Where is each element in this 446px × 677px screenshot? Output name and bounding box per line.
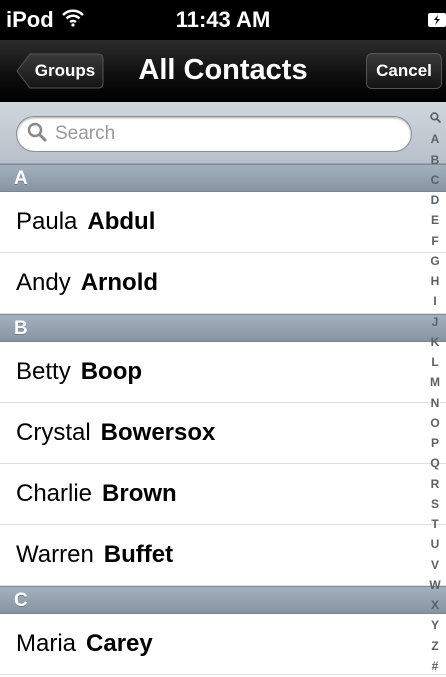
status-bar: iPod 11:43 AM <box>0 0 446 40</box>
contact-first-name: Betty <box>16 358 71 385</box>
index-letter-d[interactable]: D <box>431 194 440 206</box>
index-letter-z[interactable]: Z <box>431 640 438 652</box>
index-letter-q[interactable]: Q <box>430 457 439 469</box>
index-letter-g[interactable]: G <box>430 255 439 267</box>
section-header-b: B <box>0 314 446 342</box>
search-input[interactable] <box>55 123 375 145</box>
contact-row[interactable]: Maria Carey <box>0 614 446 675</box>
index-letter-hash[interactable]: # <box>432 660 439 672</box>
section-header-c: C <box>0 586 446 614</box>
index-letter-p[interactable]: P <box>431 437 439 449</box>
index-letter-b[interactable]: B <box>431 154 440 166</box>
section-index-bar[interactable]: A B C D E F G H I J K L M N O P Q R S T … <box>424 112 446 672</box>
contact-last-name: Buffet <box>103 541 174 568</box>
index-letter-m[interactable]: M <box>430 376 440 388</box>
index-letter-i[interactable]: I <box>433 295 436 307</box>
index-letter-t[interactable]: T <box>431 518 438 530</box>
contact-first-name: Crystal <box>16 419 91 446</box>
index-letter-s[interactable]: S <box>431 498 439 510</box>
index-letter-x[interactable]: X <box>431 599 439 611</box>
contact-first-name: Andy <box>16 269 71 296</box>
section-header-a: A <box>0 164 446 192</box>
contact-last-name: Arnold <box>80 269 159 296</box>
contact-row[interactable]: Warren Buffet <box>0 525 446 586</box>
index-letter-l[interactable]: L <box>431 356 438 368</box>
index-letter-o[interactable]: O <box>430 417 439 429</box>
search-field[interactable] <box>16 116 412 152</box>
contact-first-name: Paula <box>16 208 78 235</box>
contact-row[interactable]: Betty Boop <box>0 342 446 403</box>
index-letter-c[interactable]: C <box>431 174 440 186</box>
status-time: 11:43 AM <box>175 7 271 32</box>
index-search-icon[interactable] <box>429 112 441 125</box>
contact-first-name: Warren <box>16 541 94 568</box>
contact-row[interactable]: Charlie Brown <box>0 464 446 525</box>
index-letter-e[interactable]: E <box>431 214 439 226</box>
contacts-list: A Paula Abdul Andy Arnold B Betty Boop C… <box>0 164 446 675</box>
contact-first-name: Charlie <box>16 480 93 507</box>
index-letter-f[interactable]: F <box>431 235 438 247</box>
index-letter-y[interactable]: Y <box>431 619 439 631</box>
battery-icon <box>426 10 446 30</box>
index-letter-a[interactable]: A <box>431 133 440 145</box>
index-letter-r[interactable]: R <box>431 478 440 490</box>
cancel-button[interactable]: Cancel <box>366 53 442 89</box>
search-bar <box>0 102 446 164</box>
index-letter-w[interactable]: W <box>429 579 440 591</box>
search-icon <box>27 122 47 147</box>
index-letter-v[interactable]: V <box>431 559 439 571</box>
contact-last-name: Brown <box>102 480 177 507</box>
contact-last-name: Abdul <box>87 208 156 235</box>
contact-row[interactable]: Crystal Bowersox <box>0 403 446 464</box>
navigation-bar: Groups All Contacts Cancel <box>0 40 446 102</box>
contact-first-name: Maria <box>16 630 77 657</box>
index-letter-k[interactable]: K <box>431 336 440 348</box>
contact-last-name: Boop <box>80 358 143 385</box>
contact-last-name: Bowersox <box>100 419 216 446</box>
index-letter-j[interactable]: J <box>432 316 439 328</box>
index-letter-h[interactable]: H <box>431 275 440 287</box>
contact-last-name: Carey <box>86 630 153 657</box>
contact-row[interactable]: Paula Abdul <box>0 192 446 253</box>
index-letter-u[interactable]: U <box>431 538 440 550</box>
contact-row[interactable]: Andy Arnold <box>0 253 446 314</box>
index-letter-n[interactable]: N <box>431 397 440 409</box>
